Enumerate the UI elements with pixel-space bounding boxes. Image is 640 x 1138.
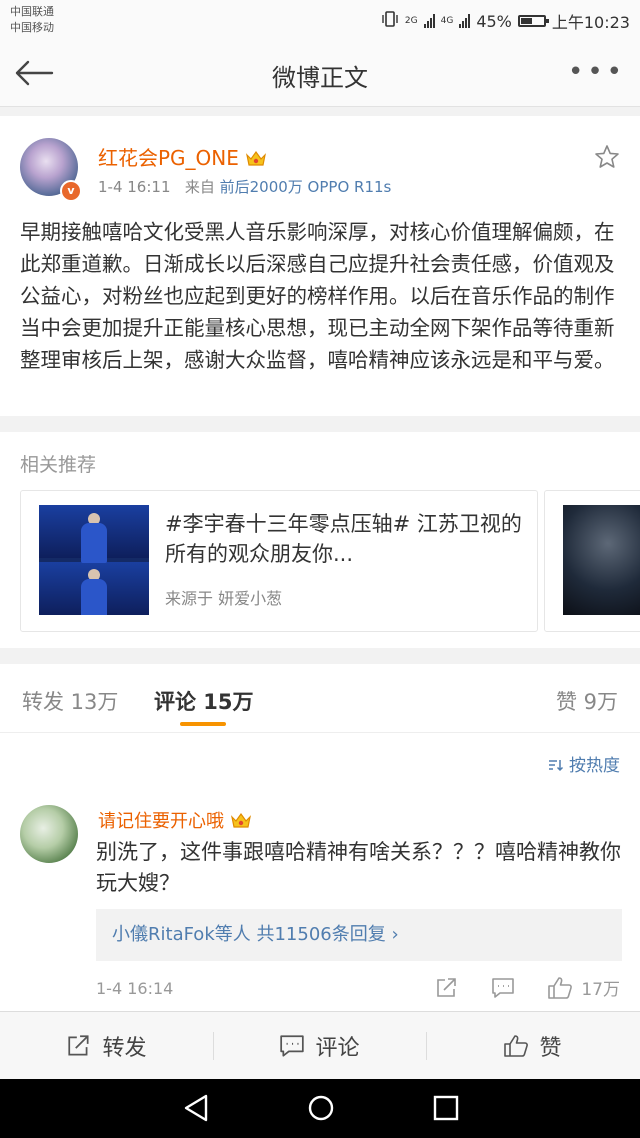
reply-icon[interactable] (491, 977, 515, 999)
comment-label: 评论 (315, 1036, 360, 1061)
tab-repost[interactable]: 转发 13万 (22, 686, 118, 716)
vibrate-icon (381, 11, 399, 31)
tab-like[interactable]: 赞 9万 (556, 686, 618, 716)
post-tabs: 转发 13万 评论 15万 赞 9万 (0, 664, 640, 733)
comment-replies-link[interactable]: 小儀RitaFok等人 共11506条回复 › (96, 909, 622, 961)
recommend-title: 相关推荐 (20, 454, 97, 476)
like-label: 赞 (539, 1036, 562, 1061)
network-type-2: 4G (440, 16, 454, 26)
more-icon[interactable]: ••• (568, 59, 626, 85)
commenter-avatar[interactable] (20, 805, 78, 863)
like-button[interactable]: 赞 (426, 1012, 639, 1080)
bottom-action-bar: 转发 评论 赞 (0, 1011, 640, 1080)
comment-text: 别洗了，这件事跟嘻哈精神有啥关系？？？嘻哈精神教你玩大嫂？ (96, 840, 621, 895)
tab-comment[interactable]: 评论 15万 (154, 686, 254, 716)
battery-percent: 45% (476, 11, 512, 31)
battery-icon (517, 15, 549, 27)
sort-label: 按热度 (569, 756, 620, 776)
repost-icon (68, 1035, 90, 1056)
comment-like-button[interactable]: 17万 (547, 975, 620, 1000)
status-icons: 2G 4G 45% 上午10:23 (381, 9, 630, 33)
post-source[interactable]: 前后2000万 OPPO R11s (220, 178, 392, 196)
signal-icon-2 (459, 14, 471, 28)
verified-badge-icon: v (60, 180, 82, 202)
active-tab-indicator (180, 722, 226, 726)
weibo-post: v 红花会PG_ONE 1-4 16:11 来自 前后2000万 OPPO R1… (0, 116, 640, 416)
comment-icon (280, 1035, 305, 1057)
recommend-card-source: 来源于 妍爱小葱 (165, 589, 283, 608)
comment-button[interactable]: 评论 (213, 1012, 426, 1080)
nav-bar: 微博正文 ••• (0, 40, 640, 107)
recommend-card-next[interactable] (544, 490, 640, 632)
signal-icon-1 (423, 14, 435, 28)
system-back-icon[interactable] (182, 1093, 210, 1123)
favorite-button[interactable] (594, 144, 620, 170)
crown-icon (231, 812, 251, 828)
recommend-card-title: #李宇春十三年零点压轴# 江苏卫视的所有的观众朋友你... (165, 512, 522, 566)
system-recents-icon[interactable] (432, 1093, 460, 1123)
sort-icon (548, 760, 563, 772)
share-icon[interactable] (435, 977, 459, 999)
author-name[interactable]: 红花会PG_ONE (98, 142, 267, 171)
like-icon (504, 1035, 529, 1057)
comment-actions: 17万 (435, 975, 620, 1000)
recommend-card-thumbnail (39, 505, 149, 615)
recommend-card-next-thumbnail (563, 505, 640, 615)
system-nav-bar (0, 1079, 640, 1138)
post-source-prefix: 来自 (184, 178, 215, 196)
star-icon (595, 145, 619, 168)
thumbs-up-icon (548, 976, 573, 999)
post-meta: 1-4 16:11 来自 前后2000万 OPPO R11s (98, 176, 391, 197)
crown-icon (245, 150, 266, 166)
recommend-card[interactable]: #李宇春十三年零点压轴# 江苏卫视的所有的观众朋友你... 来源于 妍爱小葱 (20, 490, 538, 632)
commenter-name-text: 请记住要开心哦 (98, 811, 224, 832)
system-home-icon[interactable] (306, 1093, 336, 1123)
comment-time: 1-4 16:14 (96, 979, 174, 998)
carrier-info: 中国联通 中国移动 (10, 4, 54, 36)
comment-like-count: 17万 (581, 980, 620, 1000)
network-type-1: 2G (404, 16, 418, 26)
carrier-1: 中国联通 (10, 5, 54, 18)
related-recommendations: 相关推荐 #李宇春十三年零点压轴# 江苏卫视的所有的观众朋友你... 来源于 妍… (0, 432, 640, 648)
page-title: 微博正文 (272, 64, 368, 92)
repost-label: 转发 (102, 1036, 147, 1061)
status-bar: 中国联通 中国移动 2G 4G 45% 上午10:23 (0, 0, 640, 40)
commenter-name[interactable]: 请记住要开心哦 (98, 807, 252, 833)
clock: 上午10:23 (551, 13, 630, 32)
post-date: 1-4 16:11 (98, 178, 171, 196)
repost-button[interactable]: 转发 (0, 1012, 213, 1080)
comment-list: 按热度 请记住要开心哦 别洗了，这件事跟嘻哈精神有啥关系？？？嘻哈精神教你玩大嫂… (0, 733, 640, 1011)
sort-button[interactable]: 按热度 (548, 751, 620, 776)
carrier-2: 中国移动 (10, 21, 54, 34)
author-name-text: 红花会PG_ONE (98, 146, 239, 170)
post-body: 早期接触嘻哈文化受黑人音乐影响深厚，对核心价值理解偏颇，在此郑重道歉。日渐成长以… (20, 220, 615, 372)
